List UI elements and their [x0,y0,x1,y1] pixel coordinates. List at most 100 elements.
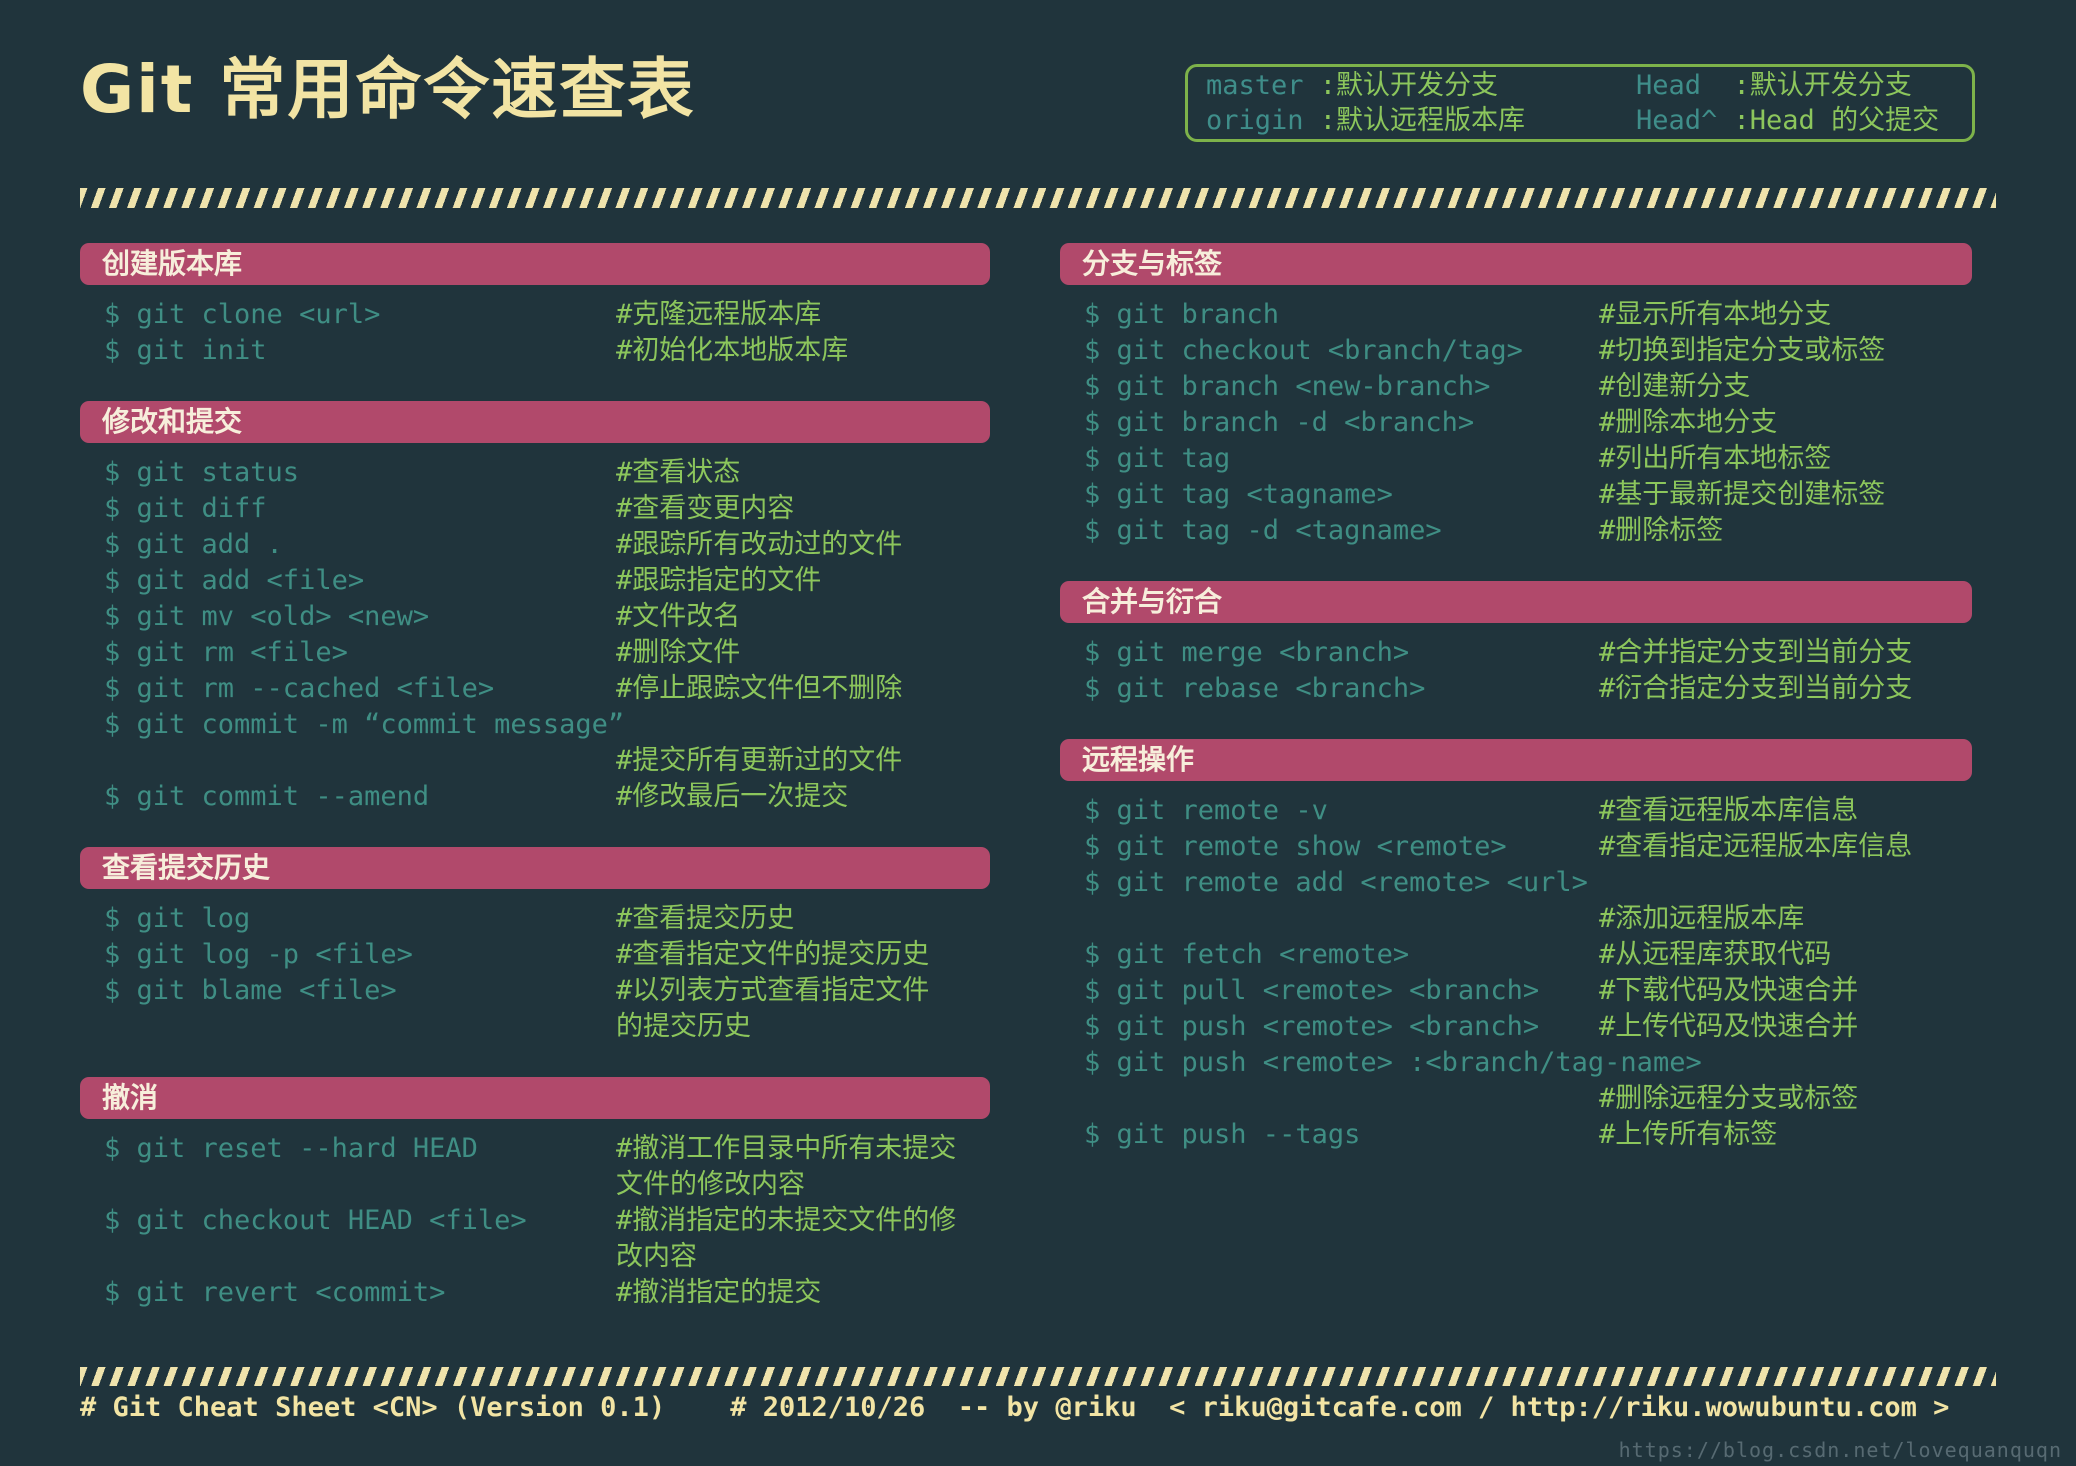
command-text: $ git clone <url> [104,299,381,330]
comment-text: #删除文件 [616,637,741,668]
comment-text: #初始化本地版本库 [616,335,849,366]
comment-text: #下载代码及快速合并 [1599,975,1859,1006]
command-text: $ git remote -v [1084,795,1328,826]
footer-credits: # Git Cheat Sheet <CN> (Version 0.1) # 2… [80,1392,1950,1423]
command-text: $ git reset --hard HEAD [104,1133,478,1164]
comment-text: #从远程库获取代码 [1599,939,1832,970]
command-text: $ git add <file> [104,565,365,596]
hatched-divider-bottom [80,1367,1996,1386]
command-text: $ git mv <old> <new> [104,601,430,632]
comment-text: #合并指定分支到当前分支 [1599,637,1913,668]
page-title: Git 常用命令速查表 [80,51,696,128]
command-row: $ git log #查看提交历史 [80,901,990,937]
command-row: $ git log -p <file> #查看指定文件的提交历史 [80,937,990,973]
legend-def: :默认开发分支 [1319,69,1499,101]
legend-term: Head [1636,69,1702,101]
comment-text: #切换到指定分支或标签 [1599,335,1886,366]
section-header-modify-commit: 修改和提交 [80,401,990,443]
command-row: $ git commit -m “commit message” [80,707,990,743]
comment-text: #删除本地分支 [1599,407,1778,438]
command-row: $ git revert <commit> #撤消指定的提交 [80,1275,990,1311]
command-text: $ git pull <remote> <branch> [1084,975,1540,1006]
command-text: $ git remote show <remote> [1084,831,1507,862]
command-row: $ git tag -d <tagname> #删除标签 [1060,513,1972,549]
legend-def: :默认开发分支 [1733,69,1912,101]
comment-text: #跟踪所有改动过的文件 [616,529,903,560]
command-text [1084,1081,1599,1117]
command-text: $ git checkout <branch/tag> [1084,335,1523,366]
comment-text: #撤消工作目录中所有未提交 文件的修改内容 [616,1133,957,1200]
command-row: $ git tag <tagname> #基于最新提交创建标签 [1060,477,1972,513]
section-merge-rebase: 合并与衍合 $ git merge <branch> #合并指定分支到当前分支 $… [1060,581,1972,707]
command-text: $ git revert <commit> [104,1277,446,1308]
command-text: $ git tag <tagname> [1084,479,1393,510]
comment-text: #添加远程版本库 [1599,903,1805,934]
command-text: $ git commit -m “commit message” [104,709,625,740]
hatched-divider-top [80,188,1996,208]
command-text: $ git diff [104,493,267,524]
command-row: $ git blame <file> #以列表方式查看指定文件 的提交历史 [80,973,990,1045]
section-remote-ops: 远程操作 $ git remote -v #查看远程版本库信息 $ git rem… [1060,739,1972,1153]
command-text [1084,901,1599,937]
section-modify-commit: 修改和提交 $ git status #查看状态 $ git diff #查看变更内… [80,401,990,815]
comment-text: #文件改名 [616,601,741,632]
section-header-merge-rebase: 合并与衍合 [1060,581,1972,623]
section-header-create-repo: 创建版本库 [80,243,990,285]
command-text: $ git rebase <branch> [1084,673,1426,704]
comment-text: #查看指定文件的提交历史 [616,939,930,970]
comment-text: #以列表方式查看指定文件 的提交历史 [616,975,930,1042]
comment-text: #修改最后一次提交 [616,781,849,812]
comment-text: #查看变更内容 [616,493,795,524]
comment-text: #撤消指定的未提交文件的修 改内容 [616,1205,957,1272]
command-row: $ git rm <file> #删除文件 [80,635,990,671]
git-cheat-sheet-page: { "title": "Git 常用命令速查表", "colors": { "b… [0,0,2076,1466]
command-row: $ git init #初始化本地版本库 [80,333,990,369]
legend-term: Head^ [1636,104,1718,136]
command-text: $ git init [104,335,267,366]
command-row: $ git push <remote> <branch> #上传代码及快速合并 [1060,1009,1972,1045]
comment-text: #撤消指定的提交 [616,1277,822,1308]
command-row: $ git branch -d <branch> #删除本地分支 [1060,405,1972,441]
command-row: $ git pull <remote> <branch> #下载代码及快速合并 [1060,973,1972,1009]
command-text: $ git status [104,457,300,488]
command-row: $ git remote -v #查看远程版本库信息 [1060,793,1972,829]
comment-text: #创建新分支 [1599,371,1751,402]
command-row: $ git diff #查看变更内容 [80,491,990,527]
command-row: $ git rm --cached <file> #停止跟踪文件但不删除 [80,671,990,707]
legend-item-head-parent: Head^ :Head 的父提交 [1636,105,1972,137]
command-row: $ git checkout <branch/tag> #切换到指定分支或标签 [1060,333,1972,369]
command-text: $ git checkout HEAD <file> [104,1205,527,1236]
command-text: $ git add . [104,529,283,560]
legend-def: :Head 的父提交 [1733,104,1940,136]
legend-item-master: master:默认开发分支 [1206,70,1636,102]
comment-text [624,707,990,743]
command-row: $ git clone <url> #克隆远程版本库 [80,297,990,333]
command-row: $ git push <remote> :<branch/tag-name> [1060,1045,1972,1081]
comment-text: #查看指定远程版本库信息 [1599,831,1913,862]
command-row: $ git add . #跟踪所有改动过的文件 [80,527,990,563]
command-text: $ git fetch <remote> [1084,939,1410,970]
command-text: $ git blame <file> [104,975,397,1006]
command-text: $ git push <remote> <branch> [1084,1011,1540,1042]
comment-text: #删除远程分支或标签 [1599,1083,1859,1114]
legend-def: :默认远程版本库 [1319,104,1526,136]
comment-text: #查看远程版本库信息 [1599,795,1859,826]
command-row: $ git add <file> #跟踪指定的文件 [80,563,990,599]
section-view-history: 查看提交历史 $ git log #查看提交历史 $ git log -p <fi… [80,847,990,1045]
command-text: $ git branch -d <branch> [1084,407,1475,438]
legend-item-origin: origin:默认远程版本库 [1206,105,1636,137]
section-header-view-history: 查看提交历史 [80,847,990,889]
comment-text: #基于最新提交创建标签 [1599,479,1886,510]
section-header-undo: 撤消 [80,1077,990,1119]
comment-text: #提交所有更新过的文件 [616,745,903,776]
command-text: $ git rm <file> [104,637,348,668]
command-text: $ git tag -d <tagname> [1084,515,1442,546]
legend-box: master:默认开发分支 Head :默认开发分支 origin:默认远程版本库… [1185,64,1975,142]
section-undo: 撤消 $ git reset --hard HEAD #撤消工作目录中所有未提交 … [80,1077,990,1311]
legend-item-head: Head :默认开发分支 [1636,70,1972,102]
command-row: $ git fetch <remote> #从远程库获取代码 [1060,937,1972,973]
command-row: #提交所有更新过的文件 [80,743,990,779]
command-row: #添加远程版本库 [1060,901,1972,937]
command-text: $ git push --tags [1084,1119,1361,1150]
comment-text: #查看状态 [616,457,741,488]
